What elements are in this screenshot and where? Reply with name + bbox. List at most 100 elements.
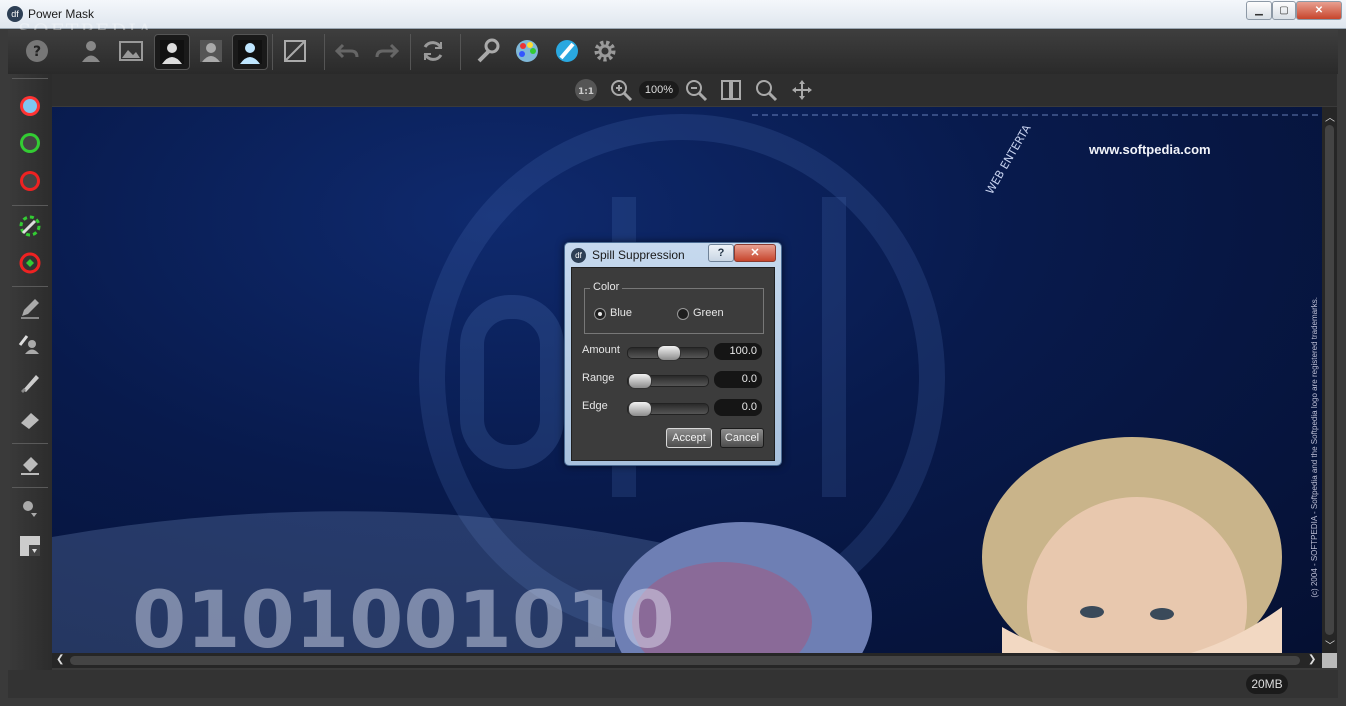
image-view-button[interactable] bbox=[114, 34, 148, 68]
amount-value-field[interactable]: 100.0 bbox=[714, 343, 762, 360]
actual-size-icon: 1:1 bbox=[575, 79, 597, 101]
zoom-out-button[interactable] bbox=[683, 77, 709, 103]
color-group-label: Color bbox=[590, 281, 623, 293]
red-drop-tool[interactable] bbox=[14, 165, 46, 197]
range-slider[interactable] bbox=[627, 373, 709, 389]
scroll-right-arrow-icon[interactable]: ❯ bbox=[1308, 654, 1316, 665]
vertical-scroll-thumb[interactable] bbox=[1325, 125, 1334, 635]
wrench-icon bbox=[477, 38, 500, 63]
undo-button[interactable] bbox=[330, 34, 364, 68]
memory-usage-display: 20MB bbox=[1246, 674, 1288, 694]
refresh-button[interactable] bbox=[416, 34, 450, 68]
toolbar-separator bbox=[272, 34, 273, 70]
actual-size-button[interactable]: 1:1 bbox=[573, 77, 599, 103]
cancel-button[interactable]: Cancel bbox=[720, 428, 764, 448]
svg-text:?: ? bbox=[33, 44, 41, 60]
pointer-icon bbox=[23, 501, 37, 517]
edge-label: Edge bbox=[582, 400, 608, 412]
green-keep-tool[interactable] bbox=[14, 127, 46, 159]
dialog-app-icon: df bbox=[571, 248, 586, 263]
amount-slider-thumb[interactable] bbox=[657, 345, 681, 361]
edge-slider[interactable] bbox=[627, 401, 709, 417]
settings-button[interactable] bbox=[588, 34, 622, 68]
edge-value-field[interactable]: 0.0 bbox=[714, 399, 762, 416]
split-view-button[interactable] bbox=[718, 77, 744, 103]
help-icon: ? bbox=[26, 40, 48, 62]
auto-mask-icon bbox=[19, 252, 41, 274]
zoom-bar: 1:1 100% bbox=[52, 74, 1337, 106]
help-button[interactable]: ? bbox=[20, 34, 54, 68]
scroll-down-arrow-icon[interactable]: ﹀ bbox=[1325, 637, 1335, 652]
keep-brush-tool[interactable] bbox=[14, 328, 46, 360]
range-label: Range bbox=[582, 372, 615, 384]
blue-sample-tool[interactable] bbox=[14, 90, 46, 122]
horizontal-scroll-thumb[interactable] bbox=[70, 656, 1300, 665]
redo-button[interactable] bbox=[370, 34, 404, 68]
compare-button[interactable] bbox=[278, 34, 312, 68]
person-view-button[interactable] bbox=[74, 34, 108, 68]
auto-mask-tool[interactable] bbox=[14, 247, 46, 279]
range-value-field[interactable]: 0.0 bbox=[714, 371, 762, 388]
pan-move-icon bbox=[792, 80, 812, 100]
brush-color-icon bbox=[556, 40, 578, 62]
masked-portrait-icon bbox=[238, 40, 262, 64]
pencil-tool[interactable] bbox=[14, 292, 46, 324]
blue-sample-icon bbox=[20, 96, 40, 116]
background-tool[interactable] bbox=[14, 530, 46, 562]
masked-portrait-view-button[interactable] bbox=[232, 34, 268, 70]
palette-button[interactable] bbox=[510, 34, 544, 68]
amount-slider[interactable] bbox=[627, 345, 709, 361]
blue-radio[interactable] bbox=[594, 308, 606, 320]
dialog-help-button[interactable]: ? bbox=[708, 244, 734, 262]
svg-text:WEB ENTERTA: WEB ENTERTA bbox=[983, 122, 1033, 196]
zoom-in-button[interactable] bbox=[608, 77, 634, 103]
palette-icon bbox=[516, 40, 538, 62]
split-view-icon bbox=[721, 80, 741, 100]
edge-slider-thumb[interactable] bbox=[628, 401, 652, 417]
pan-button[interactable] bbox=[789, 77, 815, 103]
tools-button[interactable] bbox=[470, 34, 504, 68]
maximize-button[interactable]: ▢ bbox=[1272, 1, 1296, 20]
image-icon bbox=[119, 41, 143, 61]
magic-wand-tool[interactable] bbox=[14, 210, 46, 242]
zoom-fit-button[interactable] bbox=[753, 77, 779, 103]
undo-icon bbox=[334, 43, 359, 59]
fill-tool[interactable] bbox=[14, 448, 46, 480]
blue-radio-label[interactable]: Blue bbox=[610, 307, 632, 319]
vertical-scrollbar[interactable]: ︿ ﹀ bbox=[1322, 107, 1337, 653]
refresh-icon bbox=[423, 41, 443, 61]
dialog-body: Color Blue Green Amount 100.0 Range 0.0 … bbox=[571, 267, 775, 461]
status-bar: 20MB bbox=[8, 670, 1338, 698]
accept-button[interactable]: Accept bbox=[666, 428, 712, 448]
scroll-corner bbox=[1322, 653, 1337, 668]
canvas-site-url: www.softpedia.com bbox=[1089, 142, 1211, 157]
zoom-in-icon bbox=[611, 80, 633, 102]
palette-separator bbox=[12, 78, 48, 79]
dialog-close-button[interactable]: ✕ bbox=[734, 244, 776, 262]
zoom-out-icon bbox=[686, 80, 708, 102]
portrait-icon bbox=[200, 40, 222, 62]
background-icon bbox=[20, 536, 40, 556]
fill-icon bbox=[21, 457, 39, 475]
minimize-button[interactable]: ▁ bbox=[1246, 1, 1272, 20]
drop-brush-icon bbox=[21, 375, 39, 393]
drop-brush-tool[interactable] bbox=[14, 366, 46, 398]
horizontal-scrollbar[interactable]: ❮ ❯ bbox=[52, 653, 1322, 668]
silhouette-view-button[interactable] bbox=[154, 34, 190, 70]
close-button[interactable]: ✕ bbox=[1296, 1, 1342, 20]
portrait-view-button[interactable] bbox=[194, 34, 228, 68]
dialog-title: Spill Suppression bbox=[592, 248, 685, 262]
range-slider-thumb[interactable] bbox=[628, 373, 652, 389]
green-radio[interactable] bbox=[677, 308, 689, 320]
pointer-tool[interactable] bbox=[14, 492, 46, 524]
eraser-tool[interactable] bbox=[14, 404, 46, 436]
scroll-left-arrow-icon[interactable]: ❮ bbox=[56, 654, 64, 665]
brush-color-button[interactable] bbox=[550, 34, 584, 68]
canvas-copyright-text: (c) 2004 - SOFTPEDIA - Softpedia and the… bbox=[1310, 297, 1319, 598]
silhouette-icon bbox=[160, 40, 184, 64]
zoom-fit-icon bbox=[756, 80, 778, 102]
scroll-up-arrow-icon[interactable]: ︿ bbox=[1325, 109, 1335, 124]
toolbar-separator bbox=[410, 34, 411, 70]
green-radio-label[interactable]: Green bbox=[693, 307, 724, 319]
compare-icon bbox=[284, 40, 306, 62]
